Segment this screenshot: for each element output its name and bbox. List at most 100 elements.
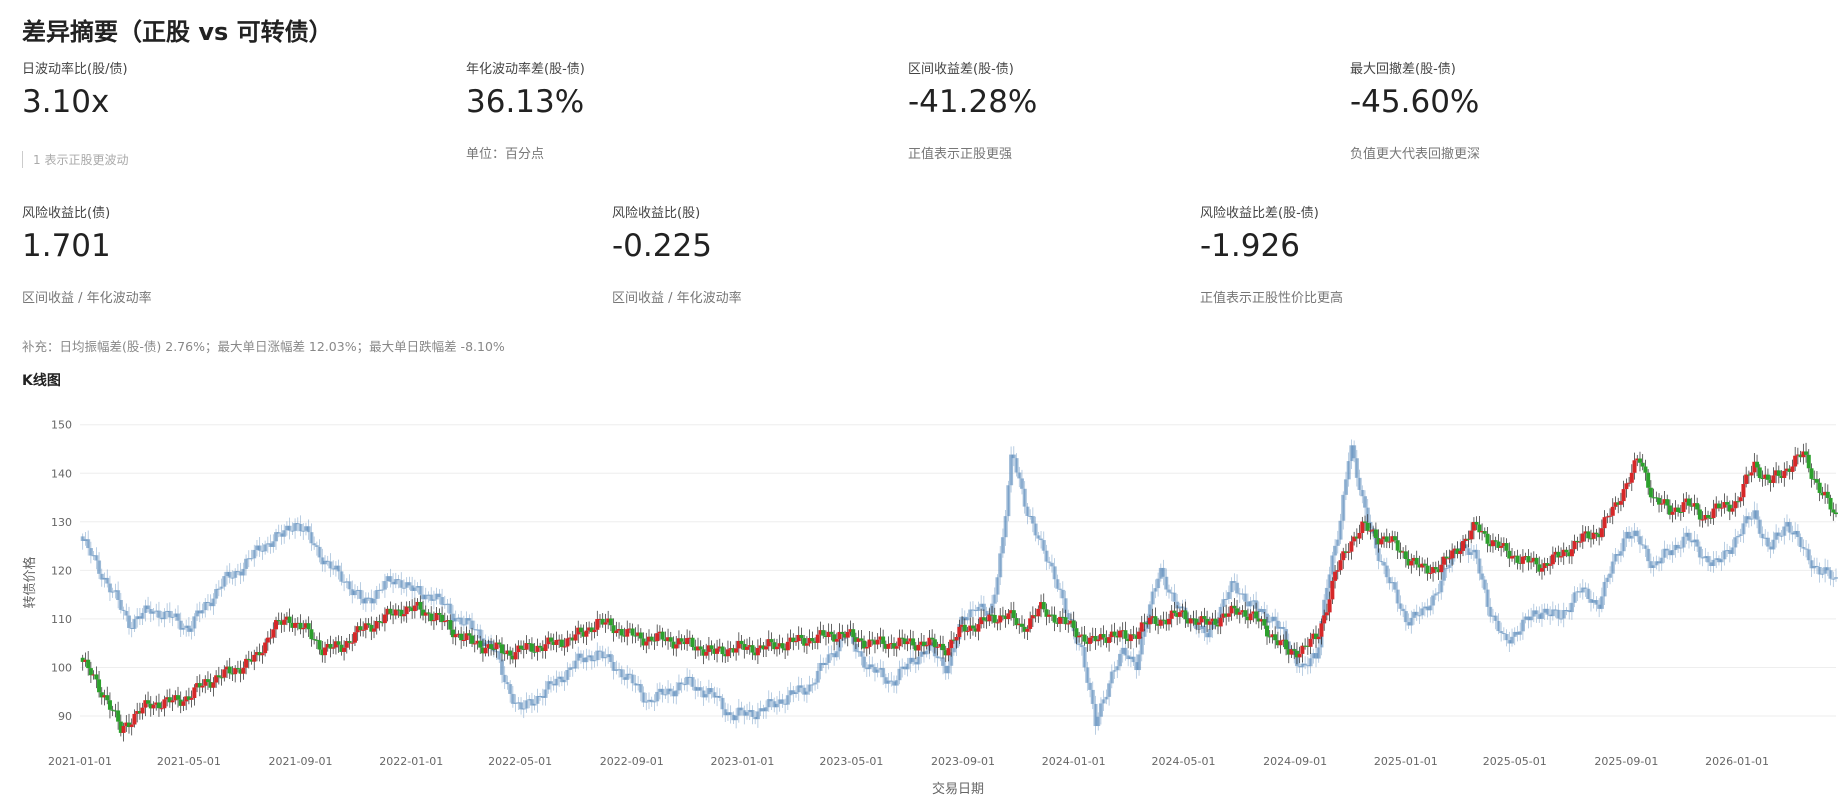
stock-candle	[116, 590, 121, 600]
bond-candle	[1493, 540, 1498, 542]
stock-candle	[1782, 526, 1787, 536]
bond-candle	[1599, 528, 1604, 538]
bond-candle	[1202, 616, 1207, 619]
stock-candle	[1556, 609, 1561, 619]
stock-candle	[1392, 582, 1397, 590]
bond-candle	[489, 644, 494, 649]
bond-candle	[957, 626, 962, 638]
bond-candle	[1534, 557, 1539, 565]
bond-candle	[1548, 564, 1553, 566]
stock-candle	[1518, 631, 1523, 635]
stock-candle	[911, 657, 916, 662]
stock-candle	[1776, 532, 1781, 536]
stock-candle	[1771, 539, 1776, 550]
bond-candle	[1172, 610, 1177, 613]
stock-candle	[140, 612, 145, 619]
stock-candle	[1686, 532, 1691, 541]
bond-candle	[1284, 639, 1289, 650]
bond-candle	[1608, 515, 1613, 517]
bond-candle	[698, 646, 703, 650]
stock-candle	[1137, 654, 1142, 671]
stock-candle	[717, 695, 722, 698]
stock-candle	[167, 610, 172, 618]
bond-candle	[440, 614, 445, 623]
bond-candle	[614, 630, 619, 634]
stock-candle	[298, 523, 303, 532]
y-tick-label: 110	[51, 613, 72, 626]
stock-candle	[352, 590, 357, 596]
x-tick-label: 2021-01-01	[48, 755, 112, 768]
bond-candle	[1137, 631, 1142, 639]
y-axis-label: 转债价格	[22, 556, 38, 608]
bond-candle	[358, 626, 363, 631]
stock-candle	[216, 588, 221, 590]
stock-candle	[704, 694, 709, 698]
bond-candle	[864, 646, 869, 649]
stock-candle	[1572, 592, 1577, 603]
stock-candle	[1559, 618, 1564, 620]
stock-candle	[1030, 516, 1035, 524]
stock-candle	[380, 589, 385, 591]
stock-candle	[1635, 530, 1640, 537]
bond-candle	[1719, 507, 1724, 509]
stock-candle	[1765, 537, 1770, 547]
y-tick-label: 100	[51, 661, 72, 674]
stock-candle	[328, 561, 333, 569]
bond-candle	[1447, 558, 1452, 560]
bond-candle	[1825, 491, 1830, 498]
bond-candle	[156, 702, 161, 709]
bond-candle	[1166, 618, 1171, 625]
stock-candle	[679, 682, 684, 685]
stock-candle	[1333, 545, 1338, 556]
stock-candle	[1172, 592, 1177, 602]
stock-candle	[995, 577, 1000, 595]
stock-candle	[532, 703, 537, 706]
stock-candle	[287, 525, 292, 531]
bond-candle	[1559, 556, 1564, 558]
bond-candle	[1428, 572, 1433, 574]
x-tick-label: 2022-05-01	[488, 755, 552, 768]
stock-candle	[1801, 547, 1806, 549]
stock-candle	[132, 619, 137, 629]
bond-candle	[954, 637, 959, 641]
stock-candle	[127, 615, 132, 628]
stock-candle	[1787, 522, 1792, 533]
stock-candle	[105, 577, 110, 584]
bond-candle	[192, 687, 197, 698]
stock-candle	[1602, 581, 1607, 597]
stock-candle	[1248, 601, 1253, 607]
bond-candle	[301, 627, 306, 630]
stock-candle	[1499, 631, 1504, 634]
stock-candle	[660, 688, 665, 695]
stock-candle	[1131, 656, 1136, 663]
bond-candle	[388, 608, 393, 614]
bond-candle	[352, 632, 357, 643]
kline-chart[interactable]: 90 100 110 120 130 140 150 2021-01-01 2021-05-01…	[0, 395, 1846, 801]
stock-candle	[257, 545, 262, 551]
bond-candle	[644, 641, 649, 646]
y-tick-label: 150	[51, 419, 72, 432]
bond-candle	[1123, 630, 1128, 639]
bond-candle	[690, 637, 695, 647]
bond-candle	[1817, 482, 1822, 493]
bond-candle	[97, 679, 102, 693]
stock-candle	[992, 594, 997, 604]
bond-candle	[932, 639, 937, 648]
stock-candle	[1545, 608, 1550, 615]
bond-candle	[1363, 521, 1368, 523]
stat-label: 日波动率比(股/债)	[22, 62, 128, 77]
stat-value: 3.10x	[22, 84, 110, 120]
bond-candle	[897, 637, 902, 647]
bond-candle	[603, 622, 608, 625]
stock-candle	[407, 582, 412, 586]
stock-candle	[374, 590, 379, 599]
bond-candle	[377, 621, 382, 623]
stock-candle	[467, 618, 472, 621]
bond-candle	[1725, 502, 1730, 505]
stock-candle	[1379, 560, 1384, 563]
stock-candle	[1104, 696, 1109, 700]
stock-candle	[875, 669, 880, 673]
bond-candle	[151, 704, 156, 709]
bond-candle	[431, 620, 436, 622]
x-tick-label: 2023-05-01	[819, 755, 883, 768]
